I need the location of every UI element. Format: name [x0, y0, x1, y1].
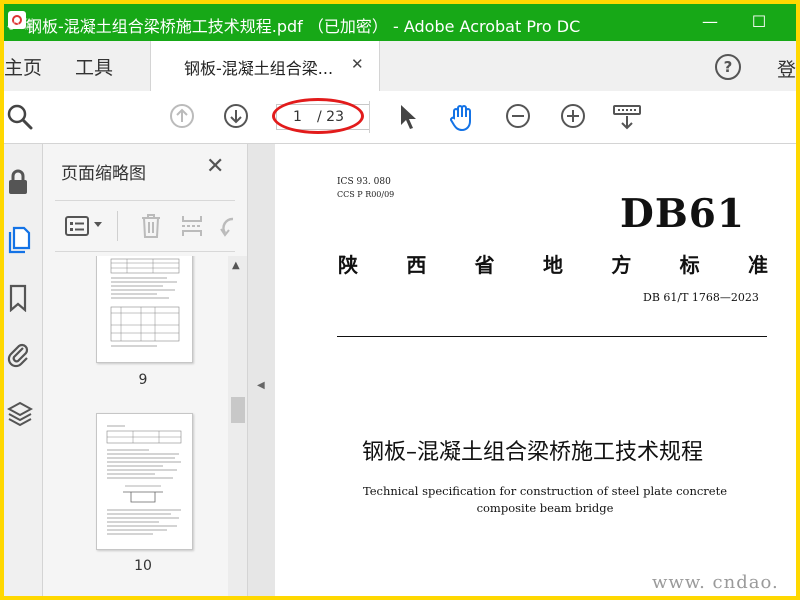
page-thumbnail-9[interactable]	[96, 256, 193, 363]
document-subtitle: Technical specification for construction…	[362, 484, 728, 515]
hand-tool-icon[interactable]	[447, 103, 477, 133]
heading-char: 西	[406, 253, 427, 277]
thumbnail-toolbar	[55, 200, 235, 252]
ccs-code: CCS P R00/09	[337, 190, 395, 199]
zoom-out-icon[interactable]	[505, 103, 531, 129]
attachment-icon[interactable]	[7, 340, 31, 368]
heading-char: 准	[747, 253, 768, 277]
main-toolbar: 1 / 23	[4, 91, 796, 144]
thumbnail-label-9: 9	[138, 372, 148, 388]
standard-number: DB 61/T 1768—2023	[643, 291, 759, 304]
panel-collapse-strip[interactable]: ◀	[247, 144, 276, 596]
panel-title: 页面缩略图	[61, 164, 146, 184]
page-thumbnail-content	[110, 258, 180, 347]
page-thumbnails-icon[interactable]	[7, 226, 33, 254]
standard-code: DB61	[620, 191, 746, 237]
maximize-button[interactable]: ☐	[746, 10, 772, 34]
insert-page-icon[interactable]	[180, 213, 204, 239]
page-thumbnail-content	[106, 425, 182, 535]
minimize-button[interactable]: —	[697, 10, 723, 34]
window-title: 钢板-混凝土组合梁桥施工技术规程.pdf （已加密） - Adobe Acrob…	[26, 17, 581, 36]
thumbnail-list: 9 10	[43, 256, 228, 596]
previous-page-icon[interactable]	[169, 103, 195, 129]
document-title: 钢板–混凝土组合梁桥施工技术规程	[362, 440, 704, 465]
rotate-page-icon[interactable]	[219, 213, 235, 239]
ics-code: ICS 93. 080	[337, 177, 391, 187]
thumbnail-scrollbar[interactable]: ▲	[228, 256, 247, 596]
select-arrow-icon[interactable]	[397, 103, 419, 131]
search-icon[interactable]	[6, 103, 34, 131]
tab-home[interactable]: 主页	[4, 53, 42, 80]
help-icon[interactable]: ?	[715, 54, 741, 80]
left-navigation-rail	[4, 144, 43, 596]
collapse-panel-icon[interactable]: ◀	[257, 380, 265, 391]
heading-char: 标	[679, 253, 700, 277]
scrollbar-thumb[interactable]	[231, 397, 245, 423]
zoom-in-icon[interactable]	[560, 103, 586, 129]
site-watermark: www. cndao. com	[652, 572, 779, 596]
heading-char: 地	[542, 253, 563, 277]
thumbnail-label-10: 10	[134, 558, 152, 574]
tab-tools[interactable]: 工具	[75, 53, 113, 80]
app-window: 小编 钢板-混凝土组合梁桥施工技术规程.pdf （已加密） - Adobe Ac…	[4, 4, 796, 596]
toolbar-divider	[369, 101, 370, 133]
bookmark-icon[interactable]	[7, 284, 29, 312]
tab-document-label: 钢板-混凝土组合梁...	[184, 59, 334, 78]
document-view: ICS 93. 080 CCS P R00/09 DB61 陕 西 省 地 方 …	[275, 144, 796, 596]
chevron-down-icon[interactable]	[93, 221, 103, 229]
page-thumbnails-panel: 页面缩略图 ✕ 9 10 ▲	[43, 144, 247, 596]
scroll-up-icon[interactable]: ▲	[232, 260, 240, 271]
tab-close-button[interactable]: ✕	[351, 55, 364, 73]
panel-close-button[interactable]: ✕	[206, 154, 224, 179]
thumbnail-options-icon[interactable]	[65, 215, 89, 237]
red-annotation-oval	[272, 98, 364, 134]
header-rule	[337, 336, 767, 337]
page-thumbnail-10[interactable]	[96, 413, 193, 550]
next-page-icon[interactable]	[223, 103, 249, 129]
heading-char: 陕	[338, 253, 358, 277]
lock-icon[interactable]	[7, 168, 29, 196]
panel-toolbar-divider	[117, 211, 118, 241]
keyboard-scroll-icon[interactable]	[612, 103, 642, 133]
tab-document[interactable]: 钢板-混凝土组合梁... ✕	[150, 41, 380, 92]
login-link[interactable]: 登	[777, 55, 796, 82]
layers-icon[interactable]	[7, 400, 33, 428]
tab-bar: 主页 工具 钢板-混凝土组合梁... ✕ ? 登	[4, 41, 796, 92]
province-standard-heading: 陕 西 省 地 方 标 准	[338, 249, 768, 278]
heading-char: 省	[474, 253, 495, 277]
delete-page-icon[interactable]	[140, 213, 162, 239]
heading-char: 方	[611, 253, 632, 277]
title-bar: 小编 钢板-混凝土组合梁桥施工技术规程.pdf （已加密） - Adobe Ac…	[4, 4, 796, 41]
